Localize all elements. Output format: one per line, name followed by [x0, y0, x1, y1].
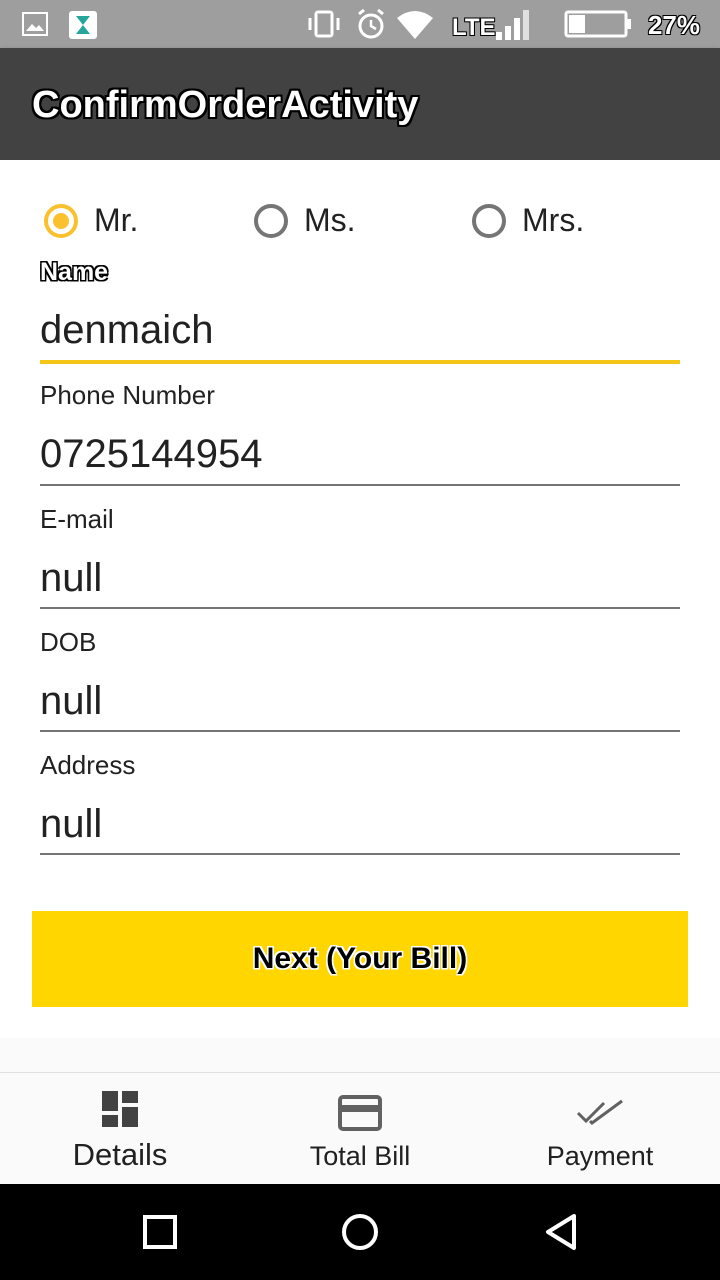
email-field[interactable]: null [40, 556, 102, 601]
network-type: LTE [452, 14, 496, 41]
bottom-navigation: Details Total Bill Payment [0, 1072, 720, 1185]
dob-label: DOB [40, 627, 97, 657]
vibrate-icon [308, 10, 340, 38]
status-bar: LTE 27% [0, 0, 720, 48]
email-label: E-mail [40, 504, 114, 534]
dob-field-underline [40, 730, 680, 732]
radio-mr[interactable]: Mr. [44, 202, 138, 239]
wifi-icon [397, 11, 433, 39]
address-field[interactable]: null [40, 802, 102, 847]
back-icon[interactable] [542, 1212, 578, 1252]
radio-mrs-label: Mrs. [522, 202, 585, 238]
dashboard-icon [102, 1091, 138, 1127]
nav-payment-label: Payment [546, 1141, 654, 1171]
name-field[interactable]: denmaich [40, 308, 213, 353]
signal-icon [496, 10, 529, 40]
radio-mrs[interactable]: Mrs. [472, 202, 584, 239]
radio-ms[interactable]: Ms. [254, 202, 356, 239]
app-notification-icon [69, 11, 97, 39]
radio-mr-circle[interactable] [44, 203, 78, 238]
nav-details-label: Details [72, 1137, 168, 1172]
radio-mr-label: Mr. [94, 202, 139, 238]
address-label: Address [40, 750, 136, 780]
home-icon[interactable] [340, 1212, 380, 1252]
battery-percent: 27% [647, 10, 700, 40]
phone-label: Phone Number [40, 380, 215, 410]
name-label: Name [40, 258, 109, 286]
done-all-icon [576, 1099, 623, 1125]
next-button-label: Next (Your Bill) [252, 942, 468, 975]
image-notification-icon [22, 12, 48, 36]
radio-ms-label: Ms. [304, 202, 356, 238]
recent-apps-icon[interactable] [142, 1214, 178, 1250]
order-form: Mr. Ms. Mrs. Name denmaich Phone Number … [0, 160, 720, 1038]
email-field-underline [40, 607, 680, 609]
nav-total-bill[interactable]: Total Bill [240, 1073, 480, 1185]
radio-mrs-circle[interactable] [472, 203, 506, 238]
nav-total-bill-label: Total Bill [309, 1141, 411, 1171]
credit-card-icon [338, 1095, 382, 1131]
phone-field[interactable]: 0725144954 [40, 432, 262, 477]
page-title: ConfirmOrderActivity [32, 84, 419, 126]
battery-icon [564, 10, 631, 38]
address-field-underline [40, 853, 680, 855]
name-field-underline [40, 360, 680, 364]
next-your-bill-button[interactable]: Next (Your Bill) [32, 911, 688, 1007]
nav-payment[interactable]: Payment [480, 1073, 720, 1185]
phone-field-underline [40, 484, 680, 486]
system-navigation-bar [0, 1184, 720, 1280]
nav-details[interactable]: Details [0, 1073, 240, 1185]
radio-ms-circle[interactable] [254, 203, 288, 238]
app-toolbar: ConfirmOrderActivity [0, 48, 720, 160]
dob-field[interactable]: null [40, 679, 102, 724]
alarm-icon [358, 8, 384, 39]
